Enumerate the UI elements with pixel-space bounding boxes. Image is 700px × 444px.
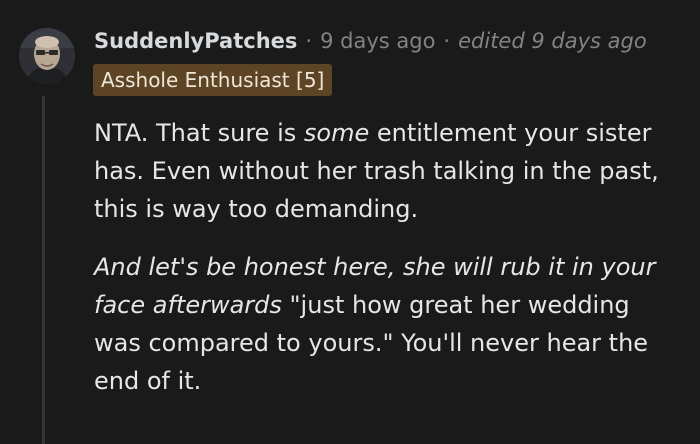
meta-separator: · <box>305 29 313 53</box>
edited-timestamp: edited 9 days ago <box>458 29 647 53</box>
comment-paragraph: And let's be honest here, she will rub i… <box>94 248 684 400</box>
comment-body: NTA. That sure is some entitlement your … <box>94 114 684 400</box>
comment-emphasis: some <box>303 119 370 147</box>
thread-line[interactable] <box>42 96 45 444</box>
comment-timestamp[interactable]: 9 days ago <box>320 29 435 53</box>
comment-author[interactable]: SuddenlyPatches <box>94 29 297 53</box>
user-avatar-icon[interactable] <box>19 28 75 84</box>
comment-text: NTA. That sure is <box>94 119 304 147</box>
comment-paragraph: NTA. That sure is some entitlement your … <box>94 114 684 228</box>
avatar-image <box>19 28 75 84</box>
user-flair: Asshole Enthusiast [5] <box>93 64 333 96</box>
comment-header: SuddenlyPatches · 9 days ago · edited 9 … <box>94 26 647 56</box>
meta-separator: · <box>443 29 451 53</box>
